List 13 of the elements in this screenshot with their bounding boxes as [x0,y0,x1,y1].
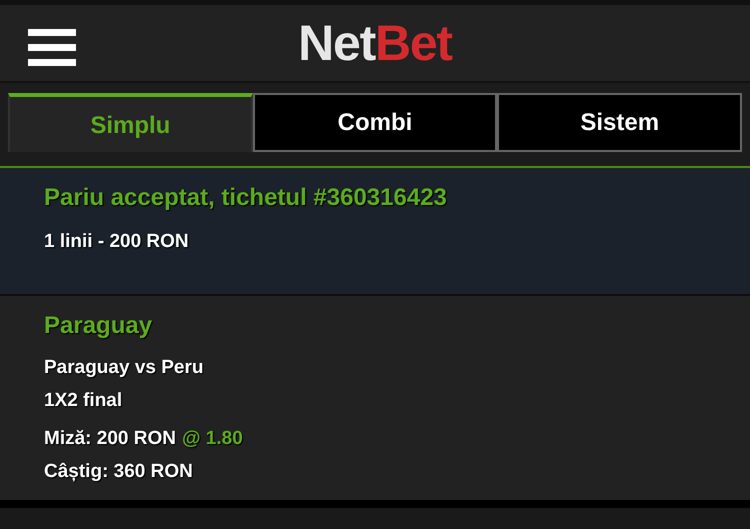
match-name: Paraguay vs Peru [44,356,204,380]
stake-text: Miză: 200 RON [44,427,176,451]
menu-icon[interactable] [28,29,76,66]
odds-text: @ 1.80 [182,427,243,451]
winnings-text: Câștig: 360 RON [44,460,194,484]
selection-title: Paraguay [44,311,154,341]
market-name: 1X2 final [44,388,124,412]
tab[interactable]: Simplu [8,93,253,152]
confirmation-title: Pariu acceptat, tichetul #360316423 [44,183,448,213]
ticket-summary: 1 linii - 200 RON [44,230,190,254]
tab[interactable]: Sistem [497,93,742,152]
tab[interactable]: Combi [252,93,498,152]
logo: NetBet [298,18,452,68]
